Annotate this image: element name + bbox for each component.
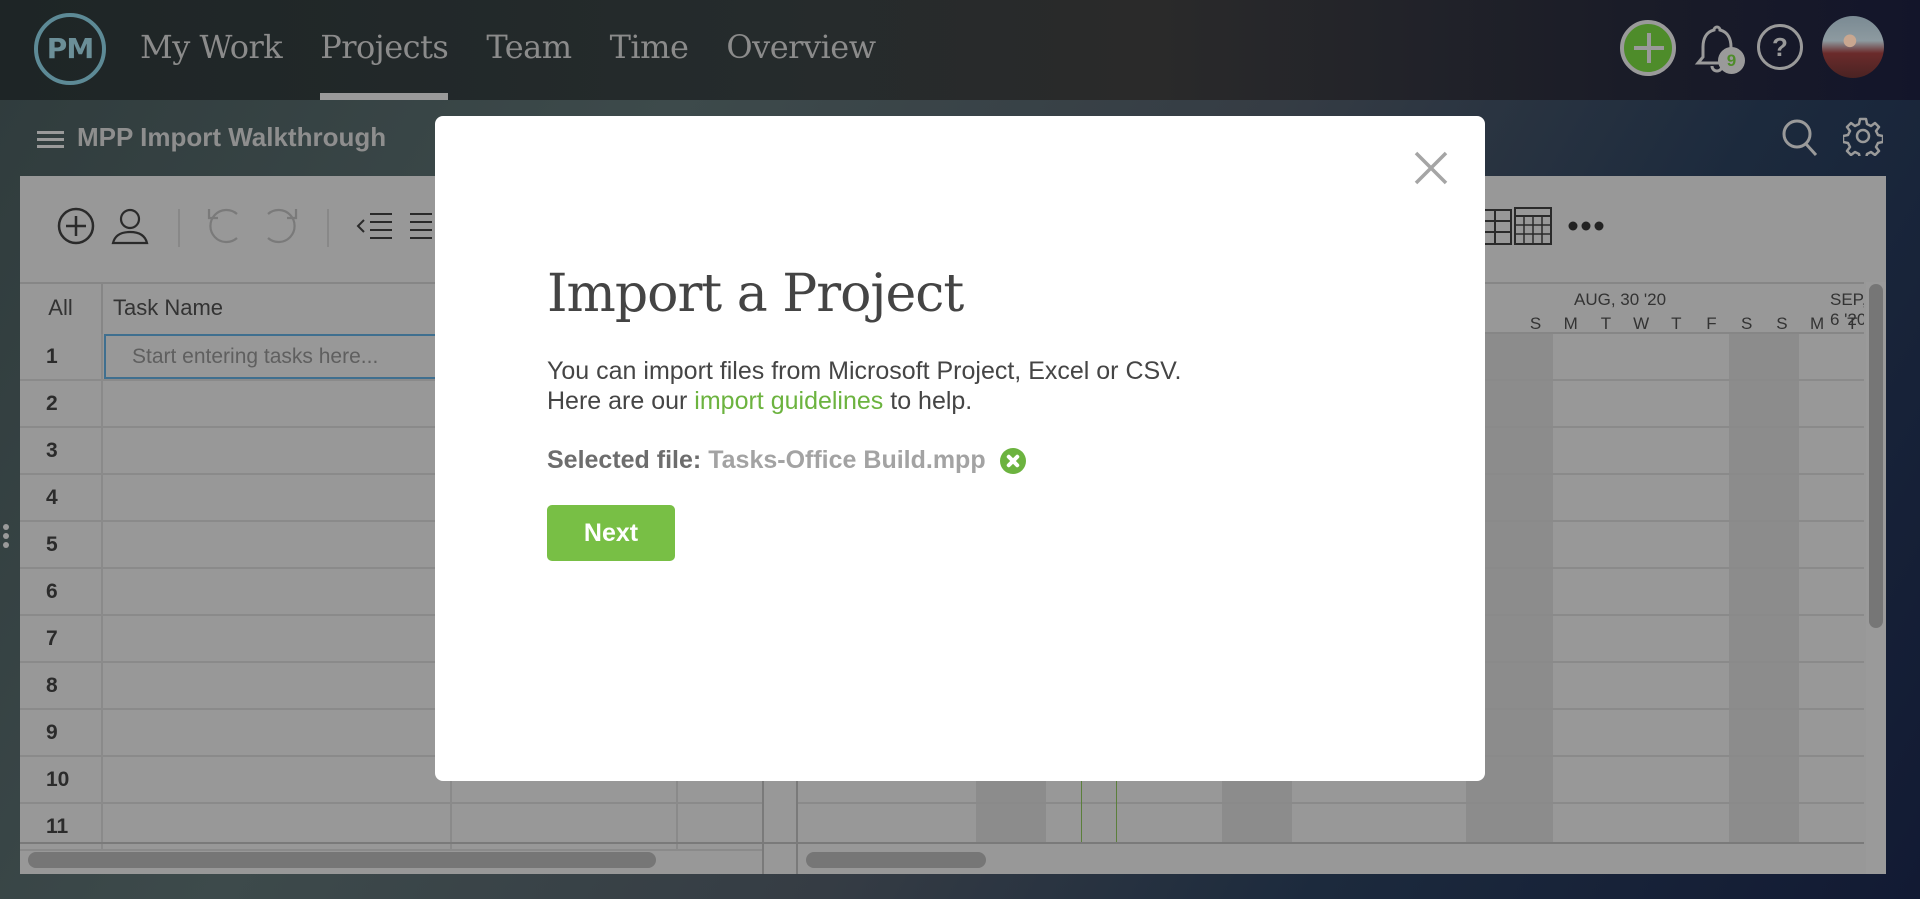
next-button[interactable]: Next [547, 505, 675, 561]
description-line-1: You can import files from Microsoft Proj… [547, 357, 1182, 385]
dialog-title: Import a Project [547, 264, 964, 324]
description-line-2: Here are our import guidelines to help. [547, 386, 1182, 416]
close-icon[interactable] [1413, 150, 1449, 186]
text: to help. [883, 387, 973, 415]
remove-file-icon[interactable] [999, 447, 1026, 474]
selected-file-name: Tasks-Office Build.mpp [708, 446, 986, 474]
import-project-dialog: Import a Project You can import files fr… [435, 116, 1485, 781]
import-guidelines-link[interactable]: import guidelines [694, 387, 883, 415]
text: Here are our [547, 387, 695, 415]
selected-file-row: Selected file: Tasks-Office Build.mpp [547, 446, 1026, 475]
dialog-description: You can import files from Microsoft Proj… [547, 356, 1182, 416]
selected-file-label: Selected file: [547, 446, 702, 474]
